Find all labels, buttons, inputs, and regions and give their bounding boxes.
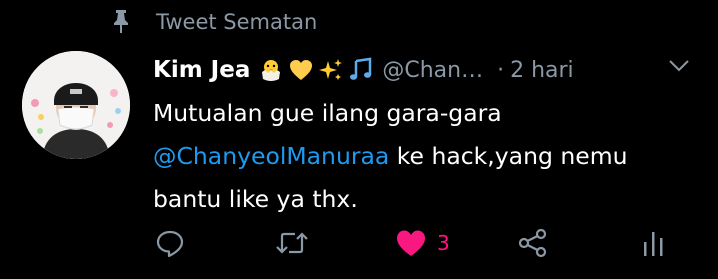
chevron-down-icon[interactable]	[668, 58, 690, 74]
like-button[interactable]: 3	[395, 228, 450, 258]
tweet-actions: 3	[155, 226, 695, 266]
reply-icon	[155, 228, 185, 258]
tweet-text-line: Mutualan gue ilang gara-gara	[153, 99, 502, 127]
pinned-indicator: Tweet Sematan	[112, 6, 317, 38]
analytics-button[interactable]	[641, 228, 667, 258]
retweet-icon	[275, 228, 309, 258]
heart-icon	[395, 228, 427, 258]
author-display-name[interactable]: Kim Jea	[153, 57, 250, 83]
like-count: 3	[437, 231, 450, 255]
reply-button[interactable]	[155, 228, 185, 258]
hatching-chick-emoji-icon	[258, 57, 284, 83]
author-handle[interactable]: @Chan…	[382, 58, 483, 83]
tweet-text-line: bantu like ya thx.	[153, 185, 358, 213]
musical-notes-icon	[348, 57, 374, 83]
pin-icon	[112, 9, 130, 35]
share-icon	[517, 228, 549, 258]
author-name-emojis	[258, 57, 374, 83]
retweet-button[interactable]	[275, 228, 309, 258]
analytics-icon	[641, 228, 667, 258]
tweet-text-line: @ChanyeolManuraa ke hack,yang nemu	[153, 135, 703, 178]
tweet-text-fragment: ke hack,yang nemu	[389, 142, 628, 170]
tweet-text: Mutualan gue ilang gara-gara @ChanyeolMa…	[153, 92, 703, 221]
separator-dot: ·	[497, 57, 505, 83]
avatar[interactable]	[22, 51, 130, 159]
pinned-label: Tweet Sematan	[156, 10, 318, 34]
sparkles-icon	[318, 57, 344, 83]
yellow-heart-icon	[288, 57, 314, 83]
mention-link[interactable]: @ChanyeolManuraa	[153, 142, 389, 170]
tweet-header: Kim Jea @Chan… · 2 hari	[153, 50, 698, 90]
tweet-timestamp[interactable]: 2 hari	[510, 58, 574, 83]
share-button[interactable]	[517, 228, 549, 258]
